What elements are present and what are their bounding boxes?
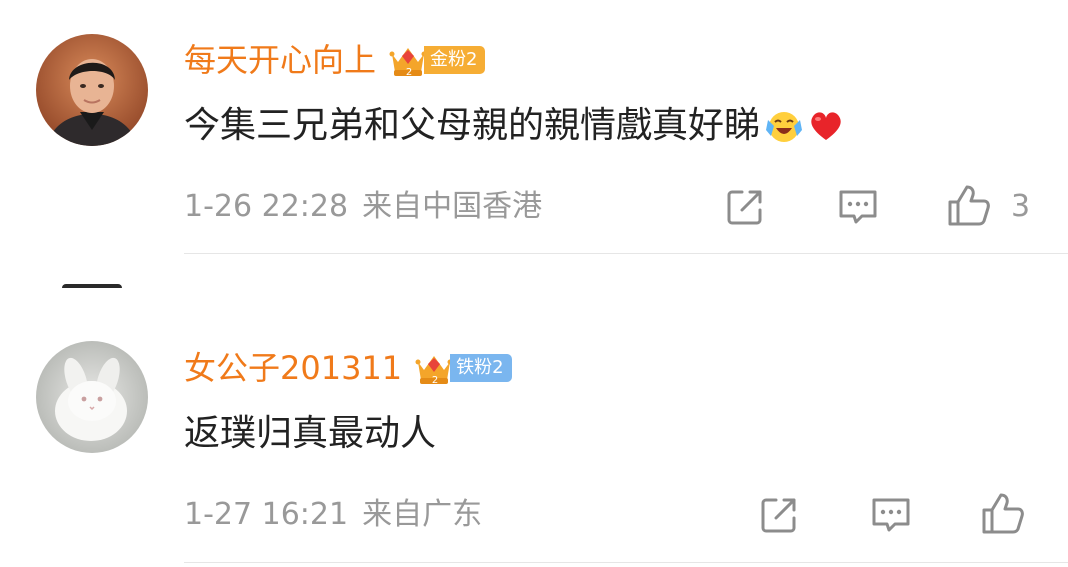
divider — [184, 562, 1068, 563]
username[interactable]: 每天开心向上 — [184, 38, 376, 82]
divider — [184, 253, 1068, 254]
share-icon — [727, 190, 762, 225]
comment-text-row: 返璞归真最动人 — [184, 410, 436, 458]
comment-text-row: 今集三兄弟和父母親的親情戲真好睇 — [184, 102, 846, 150]
thumbs-up-icon — [948, 185, 990, 226]
location: 来自中国香港 — [362, 189, 543, 224]
comment-meta: 1-26 22:28 来自中国香港 — [184, 187, 542, 227]
reply-button[interactable] — [868, 492, 914, 538]
share-button[interactable] — [756, 492, 802, 538]
timestamp: 1-26 22:28 — [184, 189, 349, 224]
comment-icon — [872, 498, 910, 532]
username[interactable]: 女公子201311 — [184, 346, 402, 390]
username-row: 每天开心向上 2 金粉2 — [184, 38, 486, 82]
fan-badge[interactable]: 2 铁粉2 — [414, 350, 512, 386]
share-button[interactable] — [722, 184, 768, 230]
red-heart-emoji — [811, 112, 841, 140]
comment-icon — [839, 190, 877, 224]
crown-icon: 2 — [415, 356, 453, 386]
comment-text: 今集三兄弟和父母親的親情戲真好睇 — [184, 105, 761, 146]
location: 来自广东 — [362, 497, 483, 532]
avatar[interactable] — [36, 341, 148, 453]
comment-meta: 1-27 16:21 来自广东 — [184, 495, 482, 535]
like-button[interactable] — [980, 490, 1026, 536]
svg-text:2: 2 — [406, 67, 412, 78]
username-row: 女公子201311 2 铁粉2 — [184, 346, 512, 390]
avatar-image — [36, 341, 148, 453]
crown-icon: 2 — [389, 48, 427, 78]
share-icon — [761, 498, 796, 533]
laughing-tears-emoji — [766, 112, 803, 142]
avatar[interactable] — [36, 34, 148, 146]
svg-text:2: 2 — [432, 375, 438, 386]
reply-button[interactable] — [835, 184, 881, 230]
thumbs-up-icon — [982, 493, 1024, 534]
fan-badge-label: 铁粉2 — [450, 354, 512, 382]
timestamp: 1-27 16:21 — [184, 497, 349, 532]
like-count: 3 — [1011, 189, 1031, 224]
avatar-edge — [62, 284, 122, 288]
fan-badge[interactable]: 2 金粉2 — [388, 42, 486, 78]
avatar-image — [36, 34, 148, 146]
fan-badge-label: 金粉2 — [424, 46, 486, 74]
comment-text: 返璞归真最动人 — [184, 413, 437, 454]
like-button[interactable] — [946, 182, 992, 228]
